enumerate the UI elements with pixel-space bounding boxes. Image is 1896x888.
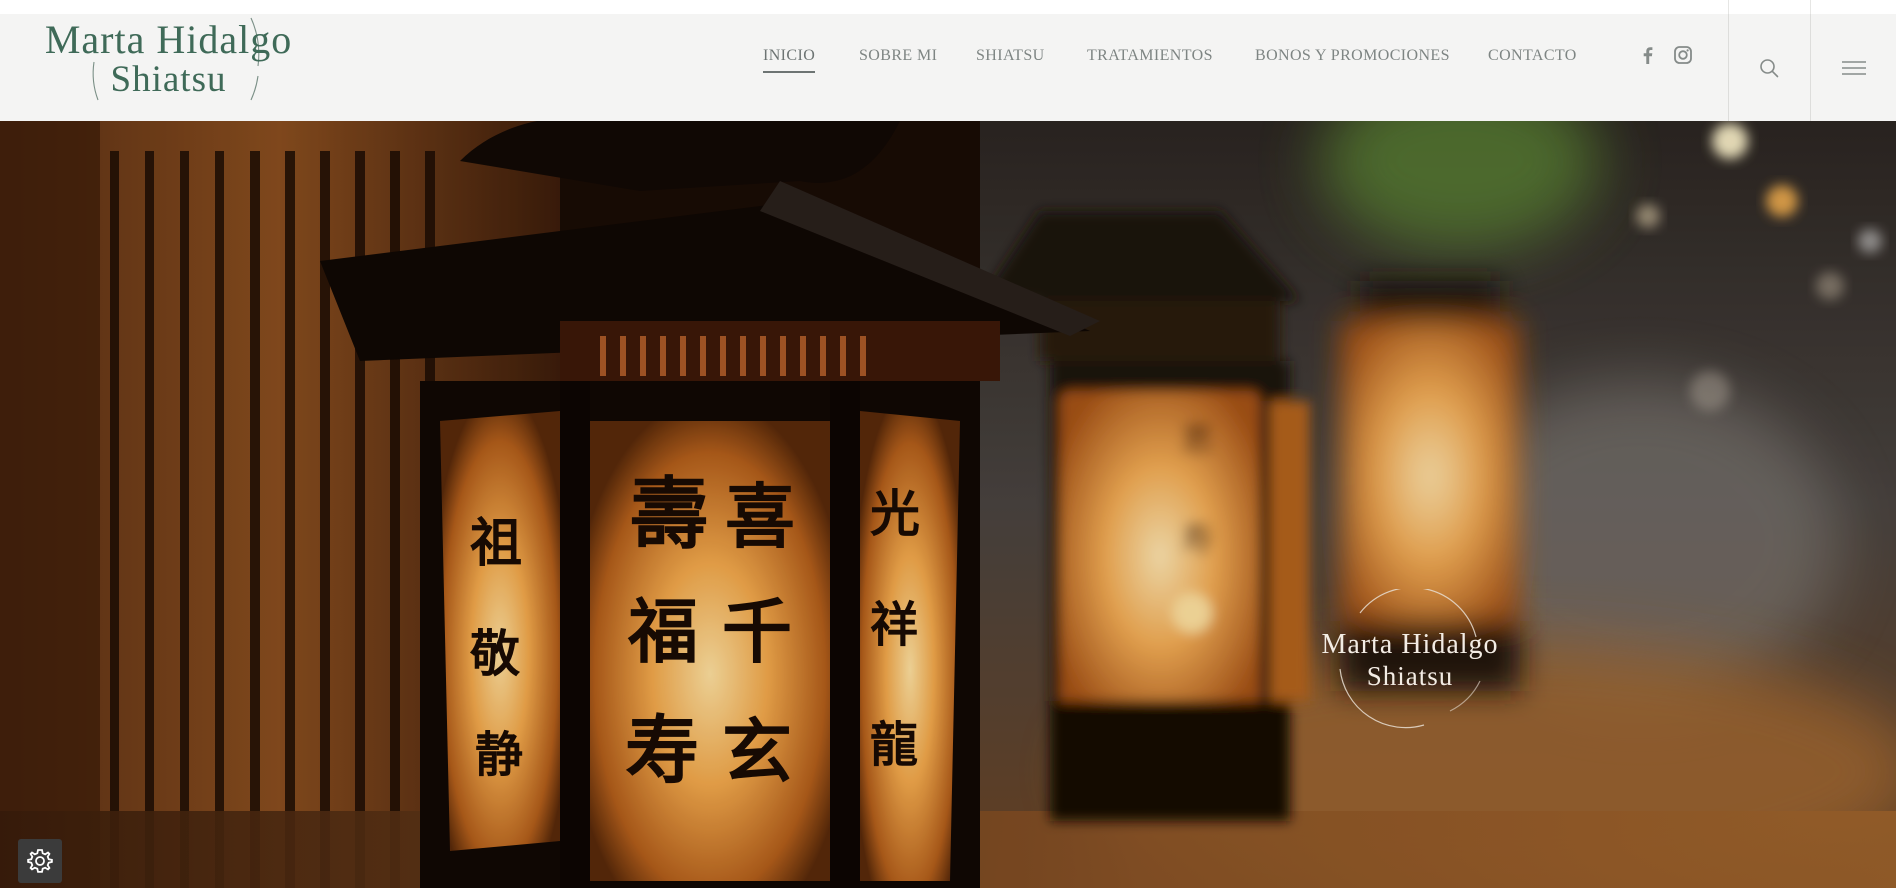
hero-background-image: 恵 寿 壽 喜 福 千 寿 玄 祖 敬 静 光 祥 龍 [0,121,1896,888]
hero-logo-name: Marta Hidalgo [1321,629,1499,660]
menu-button[interactable] [1811,14,1896,121]
hero-logo: Marta Hidalgo Shiatsu [1300,589,1520,729]
instagram-icon[interactable] [1672,44,1694,66]
nav-active-underline [763,71,815,73]
search-icon [1760,58,1779,77]
nav-item-bonos-y-promociones[interactable]: BONOS Y PROMOCIONES [1255,47,1450,65]
site-logo[interactable]: Marta Hidalgo Shiatsu [36,14,301,121]
divider [1728,0,1729,14]
nav-item-inicio[interactable]: INICIO [763,47,815,65]
hamburger-menu-icon [1841,60,1866,75]
nav-item-sobre-mi[interactable]: SOBRE MI [859,47,937,65]
nav-item-tratamientos[interactable]: TRATAMIENTOS [1087,47,1213,65]
facebook-icon[interactable] [1637,44,1659,66]
search-button[interactable] [1729,14,1809,121]
nav-item-shiatsu[interactable]: SHIATSU [976,47,1045,65]
gear-icon [27,849,53,873]
hero-banner: 恵 寿 壽 喜 福 千 寿 玄 祖 敬 静 光 祥 龍 Marta Hidalg… [0,121,1896,888]
site-header: Marta Hidalgo Shiatsu INICIO SOBRE MI SH… [0,0,1896,122]
nav-item-contacto[interactable]: CONTACTO [1488,47,1577,65]
logo-name: Marta Hidalgo [44,17,293,62]
hero-logo-subtitle: Shiatsu [1366,661,1454,691]
divider [1810,0,1811,14]
top-strip [0,0,1896,14]
cookie-settings-button[interactable] [18,839,62,883]
logo-subtitle: Shiatsu [110,59,227,100]
